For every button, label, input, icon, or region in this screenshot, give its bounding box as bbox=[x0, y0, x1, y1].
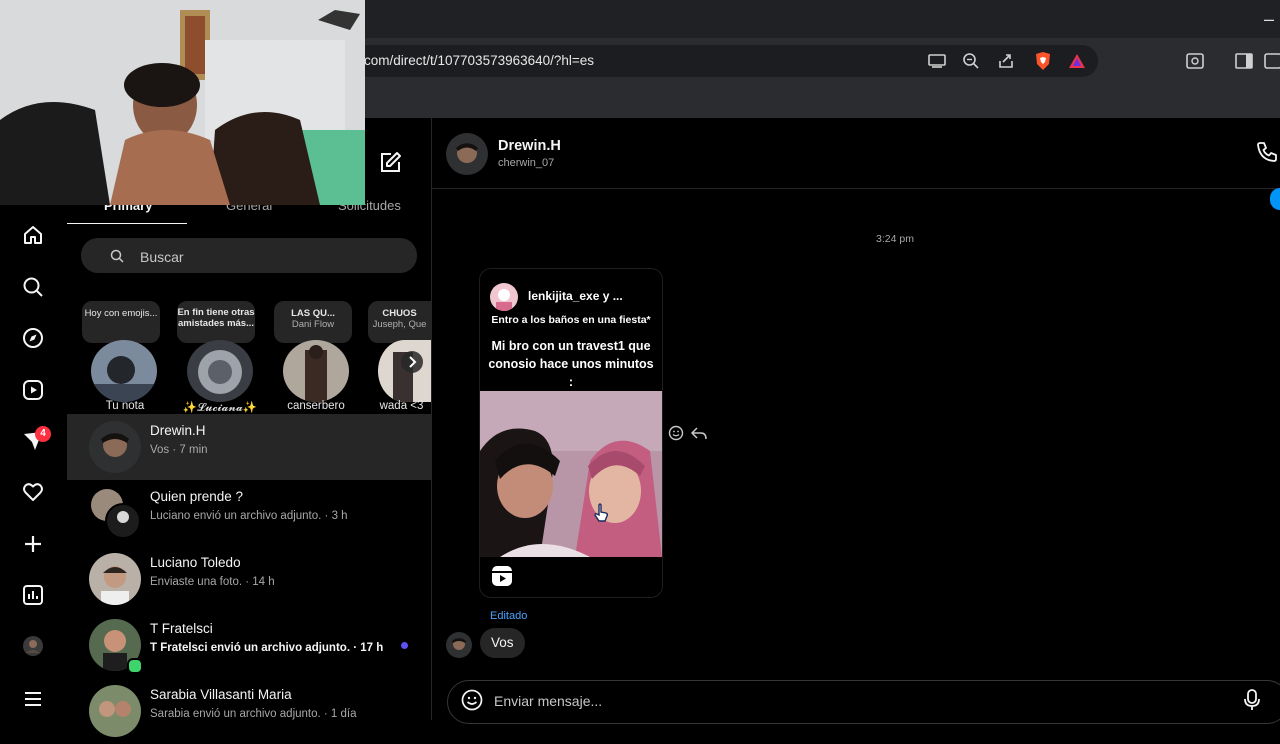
notes-next-arrow-icon[interactable] bbox=[401, 351, 423, 373]
home-icon[interactable] bbox=[21, 223, 45, 247]
phone-call-icon[interactable] bbox=[1256, 141, 1278, 168]
note-sub: Dani Flow bbox=[291, 319, 335, 330]
conversation-item[interactable]: Luciano Toledo Enviaste una foto. · 14 h bbox=[67, 546, 431, 612]
reel-video-thumbnail[interactable] bbox=[480, 391, 662, 557]
screenshot-icon[interactable] bbox=[1184, 50, 1206, 72]
unread-dot bbox=[401, 642, 408, 649]
reels-icon[interactable] bbox=[21, 378, 45, 402]
note-bubble[interactable]: CHUOS Juseph, Que bbox=[368, 301, 431, 343]
shared-reel-card[interactable]: lenkijita_exe y ... Entro a los baños en… bbox=[479, 268, 663, 598]
note-name: ✨𝓛𝓾𝓬𝓲𝓪𝓷𝓪✨ bbox=[182, 402, 258, 414]
group-avatar bbox=[89, 487, 141, 539]
notifications-badge: 4 bbox=[35, 426, 51, 442]
conversation-preview: Sarabia envió un archivo adjunto. · 1 dí… bbox=[150, 708, 357, 720]
note-text: En fin tiene otras amistades más... bbox=[177, 307, 255, 329]
microphone-icon[interactable] bbox=[1243, 689, 1261, 716]
react-emoji-icon[interactable] bbox=[668, 425, 684, 446]
message-input[interactable]: Enviar mensaje... bbox=[494, 693, 602, 709]
sidebar-toggle-icon[interactable] bbox=[1233, 50, 1255, 72]
new-message-icon[interactable] bbox=[378, 151, 402, 175]
active-tab-indicator bbox=[67, 223, 187, 224]
search-icon bbox=[110, 249, 124, 268]
edited-label: Editado bbox=[490, 610, 528, 622]
conversation-preview: Vos · 7 min bbox=[150, 444, 208, 456]
conversation-item[interactable]: Drewin.H Vos · 7 min bbox=[67, 414, 431, 480]
avatar bbox=[89, 685, 141, 737]
note-avatar[interactable] bbox=[187, 340, 253, 402]
conversation-name: T Fratelsci bbox=[150, 621, 213, 636]
reels-icon bbox=[491, 565, 513, 592]
window-minimize-button[interactable]: – bbox=[1264, 10, 1274, 28]
note-name: canserbero bbox=[287, 400, 345, 412]
search-input[interactable] bbox=[81, 238, 417, 273]
nav-rail bbox=[0, 118, 68, 720]
note-name: wada <3 bbox=[379, 400, 424, 412]
search-placeholder: Buscar bbox=[140, 249, 184, 265]
note-name: Tu nota bbox=[105, 400, 145, 412]
reel-author-avatar bbox=[490, 283, 518, 311]
note-text: Hoy con emojis... bbox=[84, 308, 158, 319]
conversation-item[interactable]: Quien prende ? Luciano envió un archivo … bbox=[67, 480, 431, 546]
brave-shield-icon[interactable] bbox=[1032, 50, 1054, 72]
reply-icon[interactable] bbox=[690, 425, 708, 446]
conversation-preview: Luciano envió un archivo adjunto. · 3 h bbox=[150, 510, 348, 522]
reel-caption-line2: Mi bro con un travest1 que conosio hace … bbox=[488, 339, 654, 389]
message-timestamp: 3:24 pm bbox=[876, 233, 914, 245]
url-text[interactable]: com/direct/t/107703573963640/?hl=es bbox=[364, 53, 594, 68]
explore-icon[interactable] bbox=[21, 326, 45, 350]
reel-author: lenkijita_exe y ... bbox=[528, 289, 623, 303]
online-status-dot bbox=[127, 658, 143, 674]
cast-icon[interactable] bbox=[926, 50, 948, 72]
sender-avatar bbox=[446, 632, 472, 658]
zoom-icon[interactable] bbox=[960, 50, 982, 72]
note-bubble[interactable]: En fin tiene otras amistades más... bbox=[177, 301, 255, 343]
conversation-name: Luciano Toledo bbox=[150, 555, 241, 570]
conversation-item[interactable]: Sarabia Villasanti Maria Sarabia envió u… bbox=[67, 678, 431, 744]
conversation-name: Sarabia Villasanti Maria bbox=[150, 687, 292, 702]
conversation-name: Quien prende ? bbox=[150, 489, 244, 504]
note-avatar[interactable] bbox=[91, 340, 157, 402]
chat-contact-username: cherwin_07 bbox=[498, 157, 555, 169]
share-icon[interactable] bbox=[995, 50, 1017, 72]
note-bubble[interactable]: LAS QU... Dani Flow bbox=[274, 301, 352, 343]
reel-caption-line1: Entro a los baños en una fiesta* bbox=[491, 314, 651, 326]
message-bubble[interactable]: Vos bbox=[480, 628, 525, 658]
chat-avatar[interactable] bbox=[446, 133, 488, 175]
brave-rewards-icon[interactable] bbox=[1066, 50, 1088, 72]
note-avatar[interactable] bbox=[378, 340, 431, 402]
dashboard-icon[interactable] bbox=[21, 583, 45, 607]
note-avatar[interactable] bbox=[283, 340, 349, 402]
avatar bbox=[89, 421, 141, 473]
search-icon[interactable] bbox=[21, 275, 45, 299]
webcam-overlay bbox=[0, 0, 365, 205]
conversation-preview: Enviaste una foto. · 14 h bbox=[150, 576, 275, 588]
note-text: CHUOS bbox=[382, 308, 417, 319]
note-sub: Juseph, Que bbox=[372, 319, 427, 330]
note-text: LAS QU... bbox=[291, 308, 335, 319]
conversation-name: Drewin.H bbox=[150, 423, 206, 438]
extensions-icon[interactable] bbox=[1262, 50, 1280, 72]
note-bubble[interactable]: Hoy con emojis... bbox=[82, 301, 160, 343]
avatar bbox=[89, 553, 141, 605]
create-icon[interactable] bbox=[21, 532, 45, 556]
conversation-item[interactable]: T Fratelsci T Fratelsci envió un archivo… bbox=[67, 612, 431, 678]
conversation-preview: T Fratelsci envió un archivo adjunto. · … bbox=[150, 642, 384, 654]
mouse-cursor-icon bbox=[594, 503, 610, 528]
emoji-icon[interactable] bbox=[461, 689, 483, 716]
chat-contact-name[interactable]: Drewin.H bbox=[498, 138, 561, 154]
heart-icon[interactable] bbox=[21, 480, 45, 504]
profile-avatar-icon[interactable] bbox=[21, 634, 45, 658]
menu-icon[interactable] bbox=[21, 687, 45, 711]
